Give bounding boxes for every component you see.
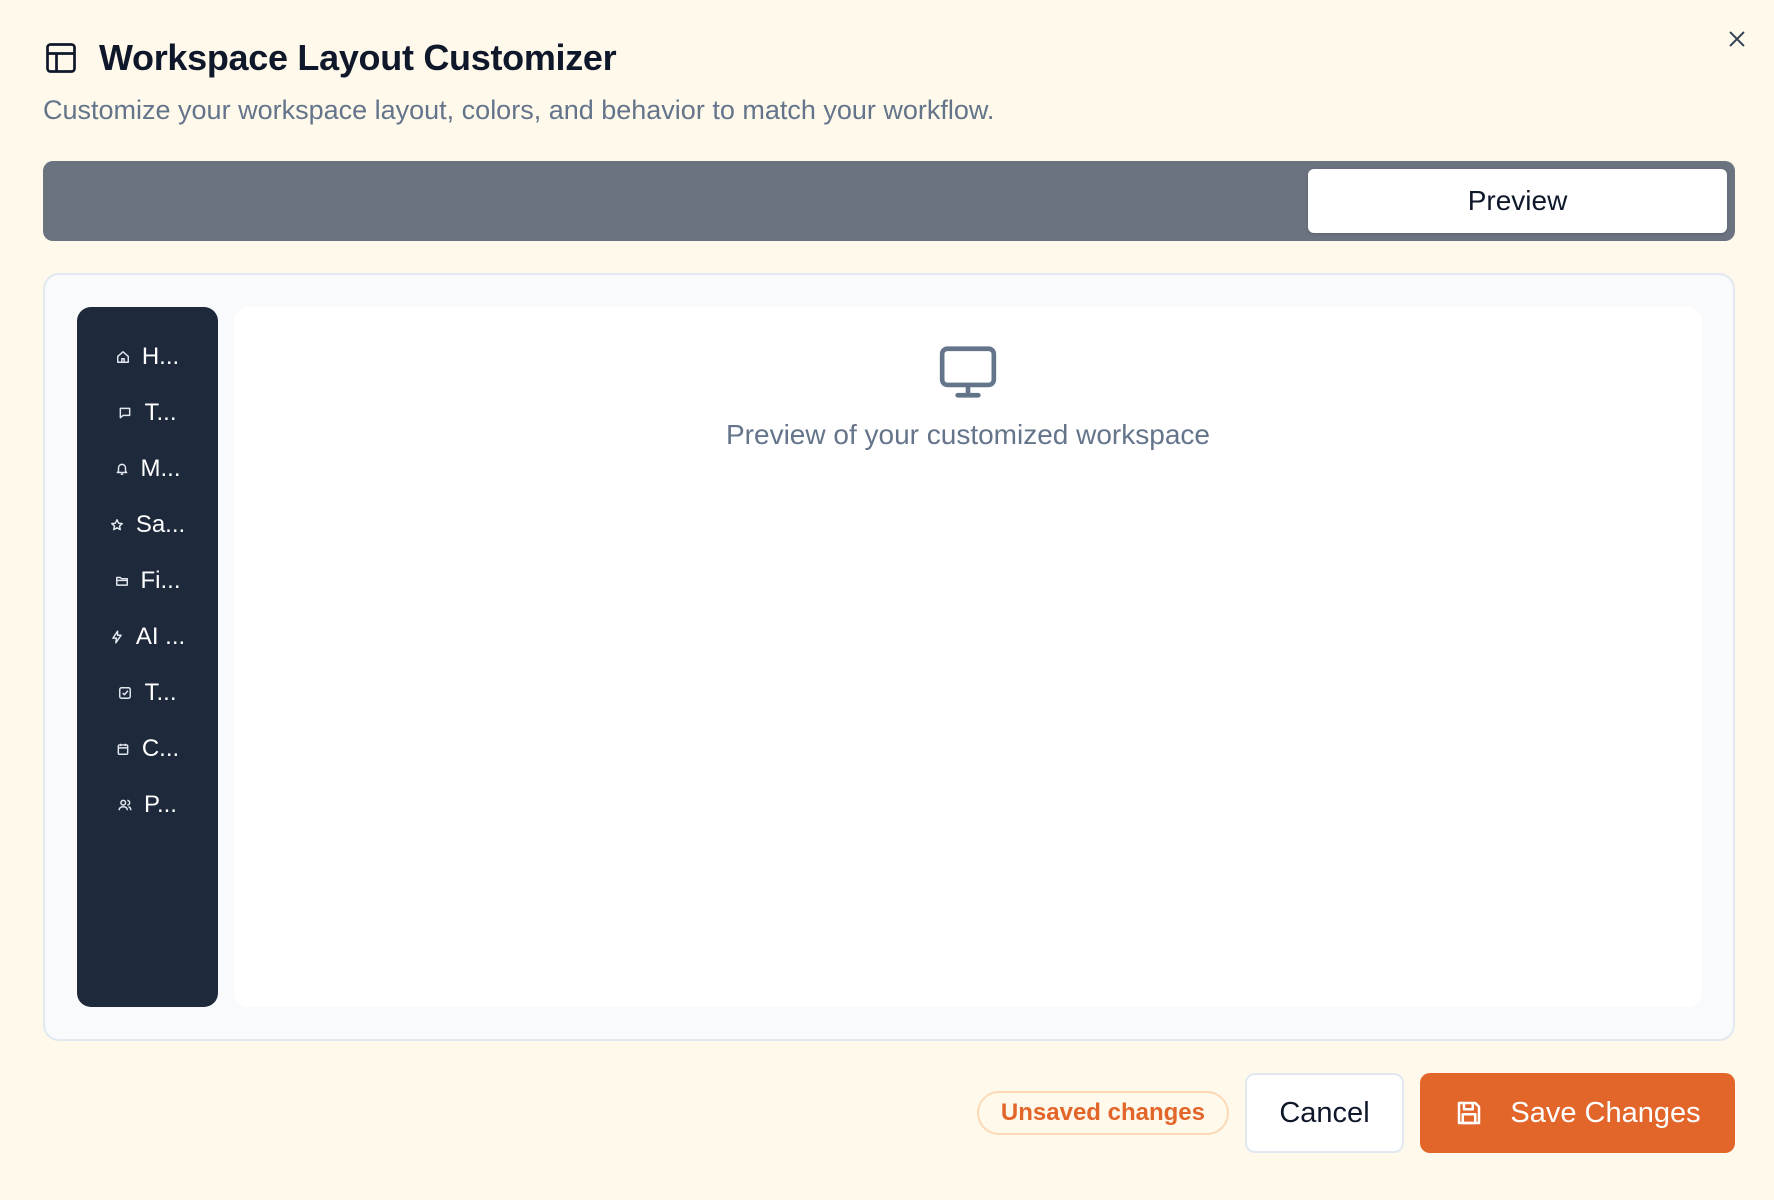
- tab-preview[interactable]: Preview: [1308, 169, 1727, 233]
- message-icon: [118, 406, 132, 420]
- tab-theme[interactable]: Theme: [470, 169, 889, 233]
- cancel-button[interactable]: Cancel: [1245, 1073, 1404, 1153]
- tab-bar: Layout Theme Behavior Preview: [43, 161, 1735, 241]
- preview-message: Preview of your customized workspace: [726, 419, 1210, 450]
- sidebar-item-home[interactable]: H...: [77, 329, 218, 385]
- sidebar-item-people[interactable]: P...: [77, 777, 218, 833]
- sidebar-item-label: P...: [144, 791, 177, 818]
- sidebar-item-ai[interactable]: AI ...: [77, 609, 218, 665]
- sidebar-item-label: M...: [140, 455, 181, 482]
- layout-icon: [43, 40, 79, 76]
- preview-canvas: Preview of your customized workspace: [234, 307, 1702, 1007]
- bell-icon: [115, 462, 129, 476]
- sidebar-item-label: Fi...: [140, 567, 181, 594]
- folder-icon: [115, 574, 129, 588]
- preview-sidebar: H... T... M... Sa... Fi... AI ... T... C…: [77, 307, 218, 1007]
- monitor-icon: [937, 343, 999, 401]
- close-icon: [1729, 31, 1745, 47]
- close-button[interactable]: [1720, 22, 1754, 56]
- sidebar-item-label: T...: [144, 399, 177, 426]
- checkbox-icon: [118, 686, 132, 700]
- unsaved-changes-badge: Unsaved changes: [976, 1091, 1229, 1135]
- home-icon: [116, 350, 130, 364]
- sidebar-item-saved[interactable]: Sa...: [77, 497, 218, 553]
- sidebar-item-messages[interactable]: T...: [77, 385, 218, 441]
- save-icon: [1454, 1098, 1484, 1128]
- people-icon: [118, 798, 132, 812]
- sidebar-item-label: Sa...: [135, 511, 186, 538]
- sidebar-item-tasks[interactable]: T...: [77, 665, 218, 721]
- preview-panel: H... T... M... Sa... Fi... AI ... T... C…: [43, 273, 1735, 1041]
- sidebar-item-files[interactable]: Fi...: [77, 553, 218, 609]
- dialog-footer: Unsaved changes Cancel Save Changes: [976, 1073, 1735, 1153]
- save-changes-button[interactable]: Save Changes: [1420, 1073, 1735, 1153]
- sidebar-item-label: AI ...: [135, 623, 186, 650]
- dialog-title: Workspace Layout Customizer: [99, 37, 617, 78]
- tab-layout[interactable]: Layout: [51, 169, 470, 233]
- dialog-subtitle: Customize your workspace layout, colors,…: [43, 95, 995, 125]
- calendar-icon: [116, 742, 130, 756]
- sidebar-item-label: C...: [141, 735, 180, 762]
- save-button-label: Save Changes: [1510, 1096, 1701, 1129]
- star-icon: [110, 518, 124, 532]
- sparkle-icon: [110, 630, 124, 644]
- sidebar-item-label: H...: [141, 343, 180, 370]
- sidebar-item-notifications[interactable]: M...: [77, 441, 218, 497]
- sidebar-item-label: T...: [144, 679, 177, 706]
- tab-behavior[interactable]: Behavior: [889, 169, 1308, 233]
- sidebar-item-calendar[interactable]: C...: [77, 721, 218, 777]
- customizer-dialog: Workspace Layout Customizer Customize yo…: [0, 0, 1774, 1200]
- dialog-header: Workspace Layout Customizer: [43, 36, 617, 80]
